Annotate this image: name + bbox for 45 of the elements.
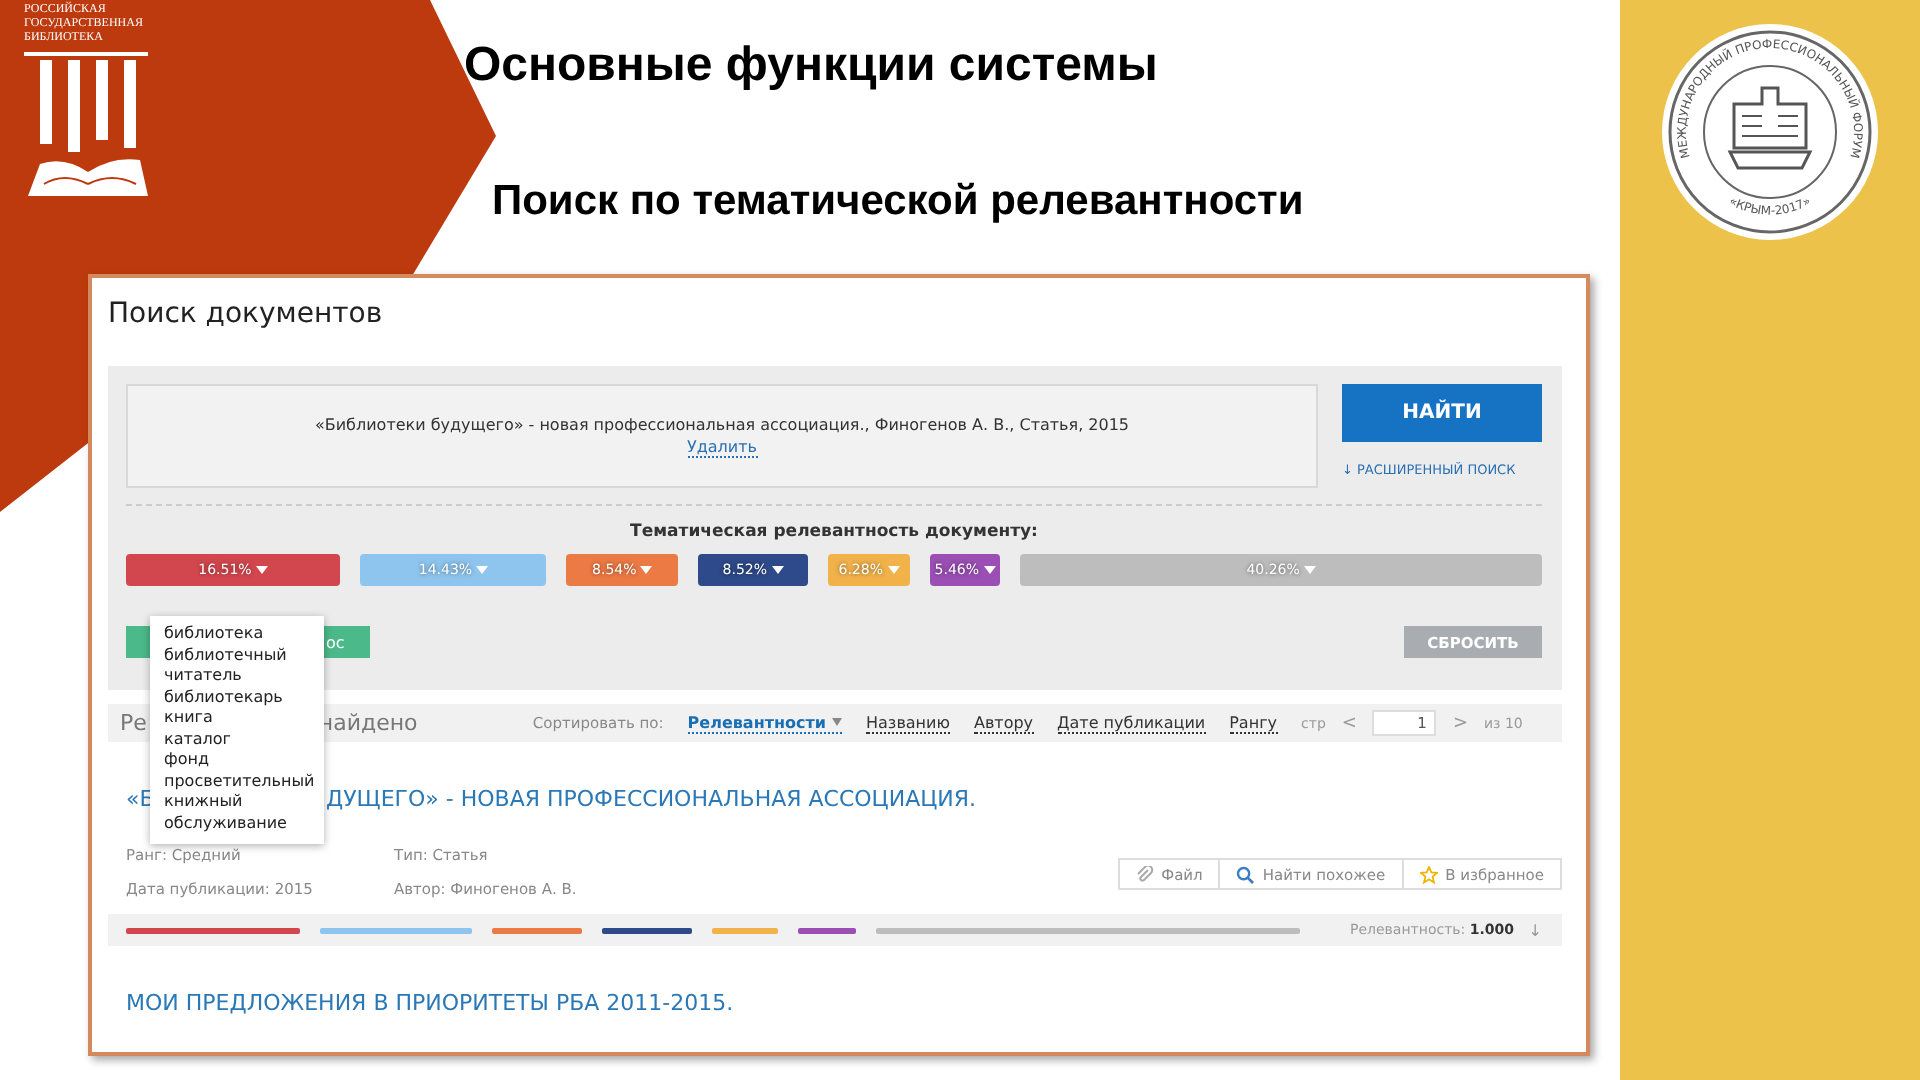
relevance-label: Тематическая релевантность документу: — [628, 522, 1040, 542]
columns-book-icon — [24, 52, 152, 200]
keyword: фонд — [164, 750, 211, 771]
keyword: библиотекарь — [164, 687, 285, 708]
relevance-strip — [711, 927, 779, 933]
sort-arrow[interactable]: ↓ — [1528, 921, 1542, 939]
search-icon — [1236, 865, 1255, 883]
next-page-button[interactable]: > — [1452, 713, 1468, 733]
find-button[interactable]: НАЙТИ — [1342, 384, 1542, 442]
caret-icon — [640, 566, 653, 574]
relevance-strip — [602, 927, 692, 933]
keyword: библиотечный — [164, 645, 289, 666]
slide-subtitle: Поиск по тематической релевантности — [492, 176, 1304, 228]
result-title[interactable]: МОИ ПРЕДЛОЖЕНИЯ В ПРИОРИТЕТЫ РБА 2011-2015. — [126, 990, 734, 1018]
slide-title: Основные функции системы — [464, 36, 1160, 96]
keyword: книга — [164, 708, 215, 729]
sort-option[interactable]: Рангу — [1229, 713, 1278, 733]
previous-page-button[interactable]: < — [1341, 713, 1357, 733]
keyword: обслуживание — [164, 813, 289, 834]
keyword: каталог — [164, 729, 234, 750]
caret-icon — [771, 566, 784, 574]
page-title: Поиск документов — [106, 296, 385, 334]
sort-option[interactable]: Автору — [973, 713, 1034, 733]
keyword: книжный — [164, 792, 245, 813]
keyword: просветительный — [164, 771, 317, 792]
sort-option[interactable]: Релевантности — [687, 713, 843, 733]
relevance-strip — [492, 927, 583, 933]
results-header: Ре — [120, 710, 147, 736]
keyword: библиотека — [164, 624, 266, 645]
caret-icon — [255, 566, 268, 574]
sort-option[interactable]: Дате публикации — [1057, 713, 1206, 733]
result-title[interactable]: ДУЩЕГО» - НОВАЯ ПРОФЕССИОНАЛЬНАЯ АССОЦИАЦИЯ. — [326, 786, 977, 814]
caret-icon — [983, 566, 996, 574]
sort-option[interactable]: Названию — [866, 713, 950, 733]
caret-icon — [832, 718, 843, 727]
query-field[interactable]: «Библиотеки будущего» - новая профессиональная ассоциация., Финогенов А. В., Статья, 2015 Удалить — [126, 384, 1318, 488]
caret-icon — [887, 566, 899, 574]
query-text: «Библиотеки будущего» - новая профессиональная ассоциация., Финогенов А. В., Статья, 2015 — [314, 415, 1130, 433]
star-icon — [1419, 865, 1438, 883]
remove-link[interactable]: Удалить — [687, 437, 757, 457]
caret-icon — [1303, 566, 1316, 574]
keyword: читатель — [164, 666, 244, 687]
relevance-strip — [798, 927, 856, 933]
paperclip-icon — [1135, 865, 1154, 883]
caret-icon — [476, 566, 489, 574]
